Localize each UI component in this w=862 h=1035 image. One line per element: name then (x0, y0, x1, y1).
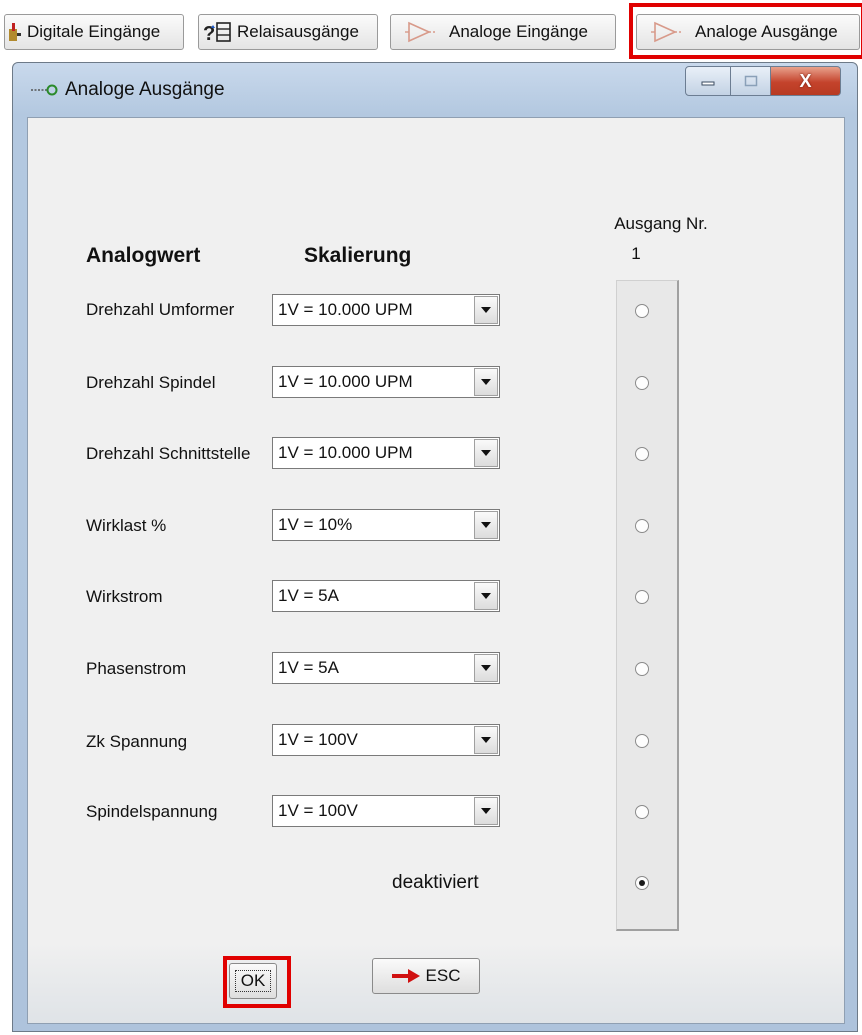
scaling-select[interactable]: 1V = 100V (272, 724, 500, 756)
digitale-eingaenge-button[interactable]: Digitale Eingänge (4, 14, 184, 50)
row-label: Wirklast % (86, 516, 167, 535)
scaling-value: 1V = 10.000 UPM (278, 300, 413, 319)
dropdown-arrow-icon[interactable] (474, 296, 498, 324)
maximize-icon (744, 75, 757, 87)
esc-label: ESC (425, 966, 461, 985)
window-controls: X (685, 66, 841, 96)
row-label: Drehzahl Spindel (86, 373, 216, 392)
output-radio[interactable] (635, 805, 649, 819)
dropdown-arrow-icon[interactable] (474, 797, 498, 825)
toolbar-label: Digitale Eingänge (27, 22, 161, 41)
analoge-eingaenge-button[interactable]: Analoge Eingänge (390, 14, 616, 50)
scaling-value: 1V = 10% (278, 515, 353, 534)
deaktiviert-label: deaktiviert (392, 872, 479, 893)
toolbar: Digitale Eingänge ? Relaisausgänge Analo… (0, 0, 862, 62)
row-label: Drehzahl Schnittstelle (86, 444, 251, 463)
analoge-ausgaenge-window: Analoge Ausgänge X Analogwert Skalierung… (12, 62, 858, 1032)
toolbar-label: Relaisausgänge (237, 22, 359, 41)
scaling-value: 1V = 5A (278, 586, 339, 605)
scaling-select[interactable]: 1V = 10.000 UPM (272, 366, 500, 398)
dropdown-arrow-icon[interactable] (474, 726, 498, 754)
ausgang-header: Ausgang Nr. (614, 214, 708, 233)
scaling-value: 1V = 10.000 UPM (278, 372, 413, 391)
scaling-select[interactable]: 1V = 5A (272, 580, 500, 612)
relaisausgaenge-button[interactable]: ? Relaisausgänge (198, 14, 378, 50)
row-label: Wirkstrom (86, 587, 163, 606)
maximize-button[interactable] (731, 66, 771, 96)
output-radio[interactable] (635, 734, 649, 748)
output-radio[interactable] (635, 304, 649, 318)
output-radio[interactable] (635, 376, 649, 390)
scaling-value: 1V = 10.000 UPM (278, 443, 413, 462)
row-label: Drehzahl Umformer (86, 300, 235, 319)
esc-button[interactable]: ESC (372, 958, 480, 994)
ok-label: OK (234, 970, 272, 992)
digital-input-icon (7, 21, 23, 43)
toolbar-label: Analoge Eingänge (449, 22, 588, 41)
output-radio[interactable] (635, 662, 649, 676)
scaling-value: 1V = 5A (278, 658, 339, 677)
scaling-select[interactable]: 1V = 10.000 UPM (272, 294, 500, 326)
minimize-button[interactable] (685, 66, 731, 96)
skalierung-header: Skalierung (304, 244, 412, 267)
window-title: Analoge Ausgänge (65, 79, 225, 100)
row-label: Spindelspannung (86, 802, 218, 821)
scaling-select[interactable]: 1V = 100V (272, 795, 500, 827)
app-icon (31, 83, 59, 102)
scaling-value: 1V = 100V (278, 730, 358, 749)
scaling-select[interactable]: 1V = 10% (272, 509, 500, 541)
deaktiviert-radio[interactable] (635, 876, 649, 890)
dropdown-arrow-icon[interactable] (474, 368, 498, 396)
dropdown-arrow-icon[interactable] (474, 511, 498, 539)
ok-button[interactable]: OK (229, 963, 277, 999)
scaling-select[interactable]: 1V = 10.000 UPM (272, 437, 500, 469)
red-arrow-right-icon (391, 968, 422, 984)
analogwert-header: Analogwert (86, 244, 201, 267)
dropdown-arrow-icon[interactable] (474, 582, 498, 610)
ausgang-number: 1 (631, 244, 641, 263)
close-button[interactable]: X (771, 66, 841, 96)
dialog-client-area: Analogwert Skalierung Ausgang Nr. 1 Dreh… (27, 117, 845, 1024)
dropdown-arrow-icon[interactable] (474, 654, 498, 682)
relay-output-icon: ? (203, 20, 233, 44)
minimize-icon (701, 81, 715, 86)
close-icon: X (799, 70, 812, 91)
output-radio[interactable] (635, 447, 649, 461)
analog-input-icon (405, 21, 435, 43)
output-radio[interactable] (635, 519, 649, 533)
ausgang-1-column (616, 280, 679, 931)
active-tab-highlight (629, 3, 862, 59)
output-radio[interactable] (635, 590, 649, 604)
dropdown-arrow-icon[interactable] (474, 439, 498, 467)
row-label: Phasenstrom (86, 659, 187, 678)
row-label: Zk Spannung (86, 732, 188, 751)
scaling-value: 1V = 100V (278, 801, 358, 820)
scaling-select[interactable]: 1V = 5A (272, 652, 500, 684)
